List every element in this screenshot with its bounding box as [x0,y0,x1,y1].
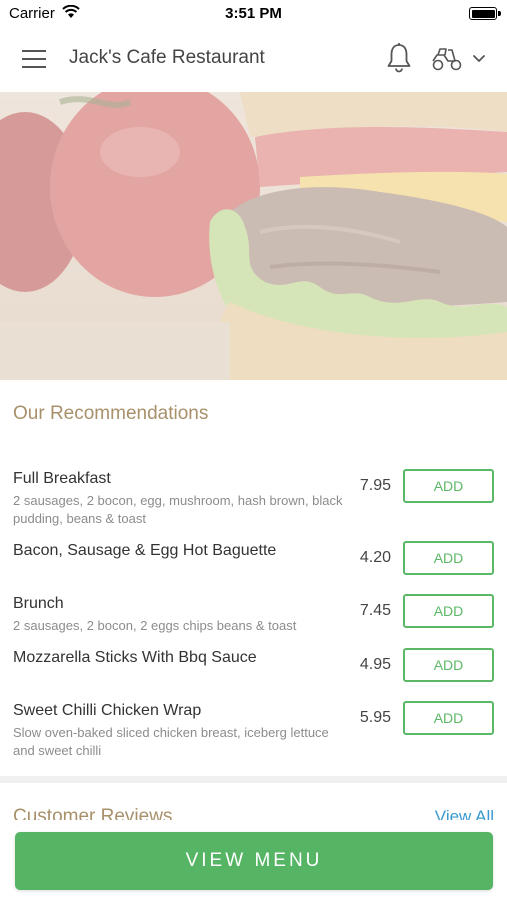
hero-image [0,92,507,380]
item-price: 4.20 [359,549,391,566]
item-description: 2 sausages, 2 bocon, 2 eggs chips beans … [13,618,297,633]
restaurant-title: Jack's Cafe Restaurant [69,47,265,68]
add-button[interactable]: ADD [403,469,494,503]
add-button[interactable]: ADD [403,594,494,628]
battery-icon [469,7,501,20]
item-description: 2 sausages, 2 bocon, egg, mushroom, hash… [13,493,343,526]
add-button[interactable]: ADD [403,648,494,682]
add-button[interactable]: ADD [403,541,494,575]
item-price: 7.45 [359,602,391,619]
item-price: 5.95 [359,709,391,726]
bell-icon[interactable] [384,42,414,74]
view-menu-button[interactable]: VIEW MENU [15,832,493,890]
burger-photo [0,92,507,380]
recommendations-title: Our Recommendations [13,403,209,424]
item-name: Mozzarella Sticks With Bbq Sauce [13,649,257,666]
item-name: Sweet Chilli Chicken Wrap [13,702,202,719]
add-button[interactable]: ADD [403,701,494,735]
item-price: 7.95 [359,477,391,494]
status-bar: Carrier 3:51 PM [0,0,507,28]
item-name: Brunch [13,595,64,612]
section-divider [0,776,507,783]
scooter-icon[interactable] [430,44,490,74]
chevron-down-icon [473,55,485,62]
item-description: Slow oven-baked sliced chicken breast, i… [13,725,329,758]
item-name: Full Breakfast [13,470,111,487]
hamburger-menu-icon[interactable] [22,48,48,70]
item-price: 4.95 [359,656,391,673]
clock: 3:51 PM [225,5,282,22]
app-header: Jack's Cafe Restaurant [0,28,507,92]
item-name: Bacon, Sausage & Egg Hot Baguette [13,542,277,559]
